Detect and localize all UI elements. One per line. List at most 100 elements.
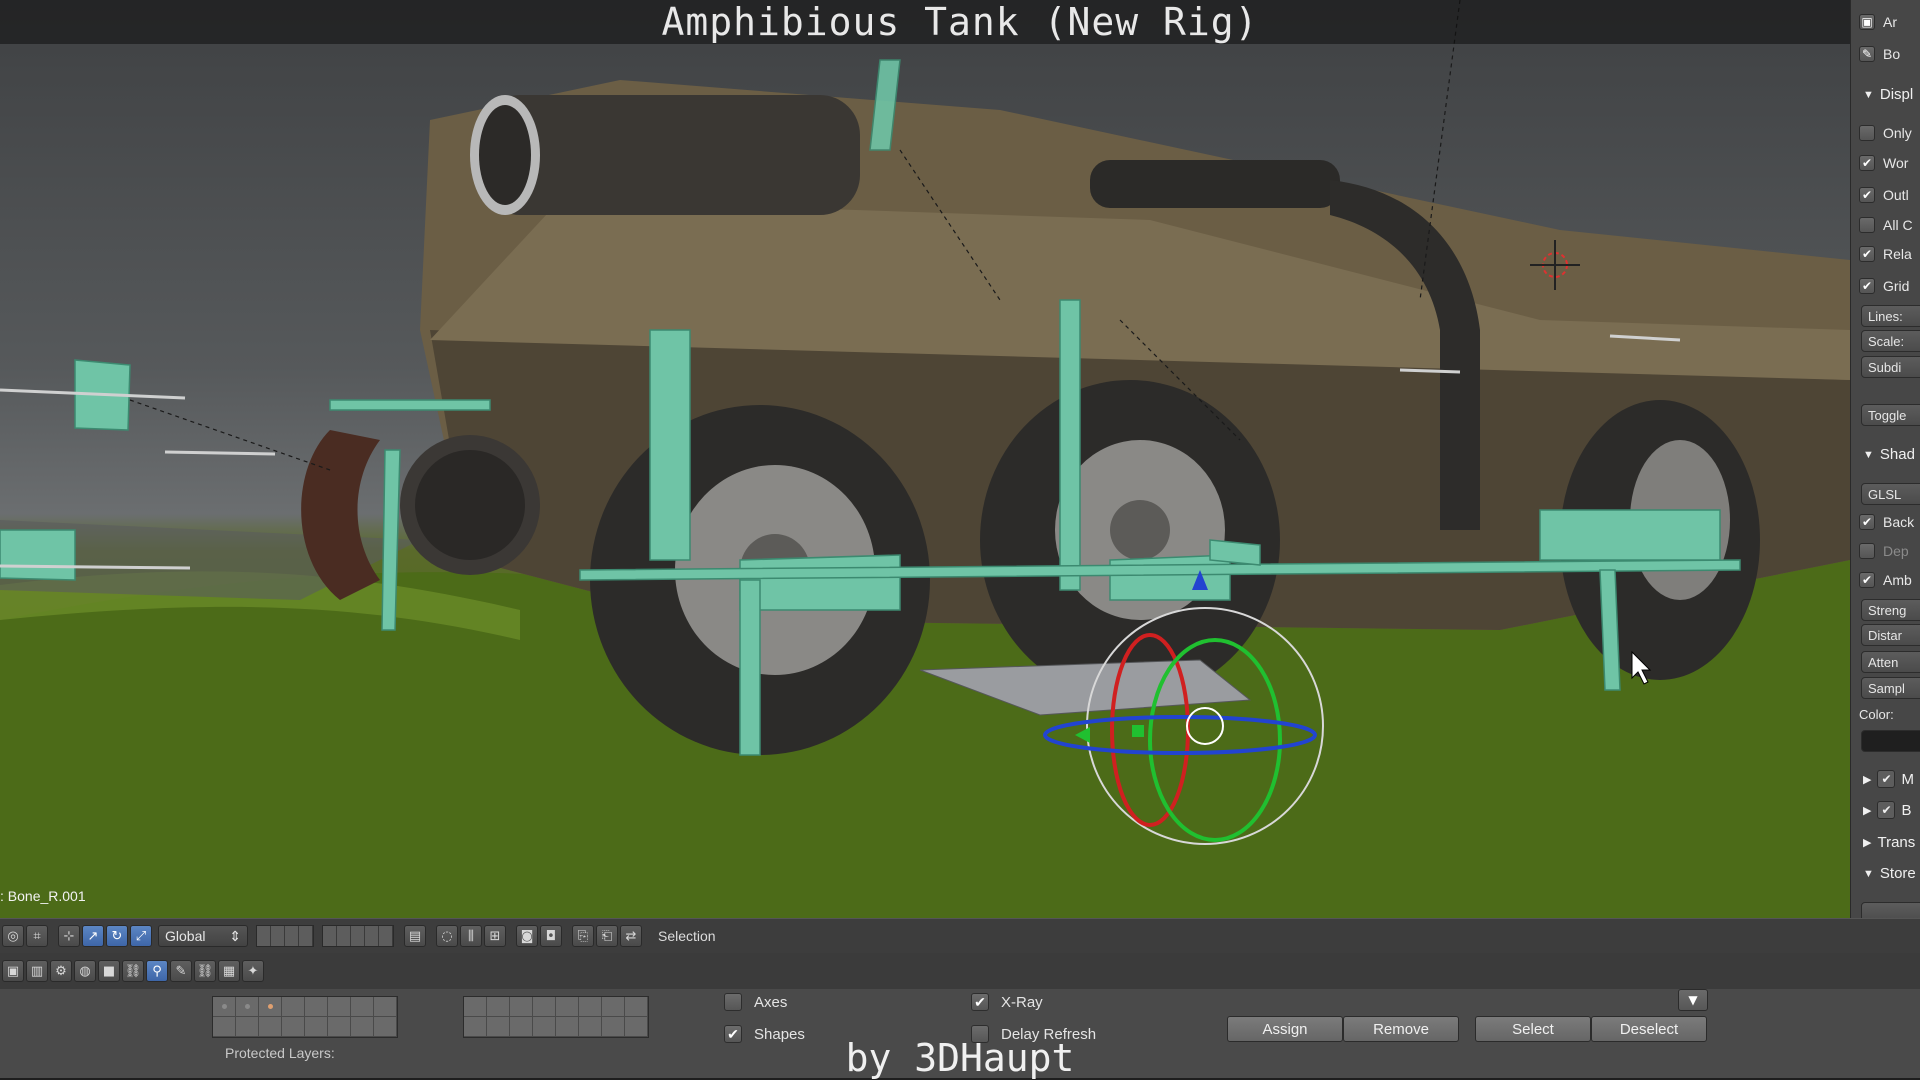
scale-field[interactable]: Scale: [1861, 330, 1920, 352]
outline-checkbox[interactable]: ✔ Outl [1859, 187, 1909, 203]
sub1-label: M [1901, 770, 1914, 788]
copy-pose-icon[interactable]: ⎘ [572, 925, 594, 947]
checkmark-icon: ✔ [1859, 155, 1875, 171]
checkmark-icon: ✔ [1877, 801, 1896, 819]
scale-manipulator-icon[interactable]: ⤢ [130, 925, 152, 947]
collapse-icon: ▼ [1863, 448, 1874, 461]
expand-icon: ▶ [1863, 773, 1872, 786]
backface-checkbox[interactable]: ✔ Back [1859, 514, 1914, 530]
samples-field[interactable]: Sampl [1861, 677, 1920, 699]
object-tab-icon[interactable]: ■ [98, 960, 120, 982]
checkmark-icon: ✔ [1859, 187, 1875, 203]
layer-buttons-2[interactable] [322, 925, 394, 947]
bone-tab-label: Bo [1883, 46, 1901, 62]
dropdown-toggle-icon[interactable]: ▼ [1678, 989, 1708, 1011]
collapse-icon: ▼ [1863, 867, 1874, 880]
checkbox-icon [1859, 543, 1875, 559]
store-panel-header[interactable]: ▼ Store [1863, 865, 1916, 882]
manipulator-toggle-icon[interactable]: ⊹ [58, 925, 80, 947]
outline-label: Outl [1883, 187, 1909, 203]
orientation-value: Global [165, 928, 206, 944]
snap-target-icon[interactable]: ⊞ [484, 925, 506, 947]
armature-icon: ▣ [1859, 14, 1875, 30]
expand-icon: ▶ [1863, 837, 1872, 849]
lines-field[interactable]: Lines: [1861, 305, 1920, 327]
world-checkbox[interactable]: ✔ Wor [1859, 155, 1908, 171]
in-button[interactable]: In [1861, 902, 1920, 918]
only-render-checkbox[interactable]: Only [1859, 125, 1912, 141]
store-label: Store [1879, 865, 1916, 882]
proportional-edit-icon[interactable]: ◌ [436, 925, 458, 947]
transform-panel-header[interactable]: ▶ Trans [1863, 834, 1915, 851]
shading-header-label: Shad [1879, 446, 1915, 463]
distance-field[interactable]: Distar [1861, 624, 1920, 646]
checkbox-icon [1859, 217, 1875, 233]
armature-tab[interactable]: ▣ Ar [1859, 14, 1897, 30]
paste-pose-icon[interactable]: ⎗ [596, 925, 618, 947]
toggle-button[interactable]: Toggle [1861, 404, 1920, 426]
armature-data-tab-icon[interactable]: ⚲ [146, 960, 168, 982]
checkmark-icon: ✔ [1859, 572, 1875, 588]
bone-icon: ✎ [1859, 46, 1875, 62]
display-header-label: Displ [1879, 86, 1914, 103]
particles-tab-icon[interactable]: ✦ [242, 960, 264, 982]
sub-panel-b[interactable]: ▶ ✔ B [1863, 801, 1911, 819]
rotate-manipulator-icon[interactable]: ↻ [106, 925, 128, 947]
lock-camera-icon[interactable]: ▤ [404, 925, 426, 947]
axes-checkbox[interactable]: Axes [724, 993, 787, 1011]
snap-element-icon[interactable]: ⫼ [460, 925, 482, 947]
render-tab-icon[interactable]: ▣ [2, 960, 24, 982]
display-panel-header[interactable]: ▼ Displ [1863, 86, 1913, 103]
grid-checkbox[interactable]: ✔ Grid [1859, 278, 1909, 294]
relationship-label: Rela [1883, 246, 1912, 262]
grid-label: Grid [1883, 278, 1910, 294]
snap-icon[interactable]: ⌗ [26, 925, 48, 947]
pivot-point-icon[interactable]: ◎ [2, 925, 24, 947]
bone-constraints-tab-icon[interactable]: ⛓ [194, 960, 216, 982]
armature-tab-label: Ar [1883, 14, 1897, 30]
world-tab-icon[interactable]: ◍ [74, 960, 96, 982]
xray-checkbox[interactable]: ✔ X-Ray [971, 993, 1043, 1011]
properties-panel: ▣ Ar ✎ Bo ▼ Displ Only ✔ Wor ✔ Outl All C ✔ Re… [1850, 0, 1920, 918]
ambient-occlusion-checkbox[interactable]: ✔ Amb [1859, 572, 1912, 588]
checkmark-icon: ✔ [971, 993, 989, 1011]
all-checkbox[interactable]: All C [1859, 217, 1913, 233]
properties-tab-row: ▣ ▥ ⚙ ◍ ■ ⛓ ⚲ ✎ ⛓ ▦ ✦ [0, 953, 1920, 989]
expand-icon: ▶ [1863, 804, 1872, 817]
attenuation-field[interactable]: Atten [1861, 651, 1920, 673]
strength-field[interactable]: Streng [1861, 599, 1920, 621]
transform-orientation-dropdown[interactable]: Global ⇕ [158, 925, 248, 947]
relationship-checkbox[interactable]: ✔ Rela [1859, 246, 1912, 262]
bone-tab-icon[interactable]: ✎ [170, 960, 192, 982]
backface-label: Back [1883, 514, 1915, 530]
armature-layers-grid-1[interactable] [212, 996, 398, 1038]
render-layers-tab-icon[interactable]: ▥ [26, 960, 48, 982]
shading-panel-header[interactable]: ▼ Shad [1863, 446, 1915, 463]
depth-checkbox[interactable]: Dep [1859, 543, 1909, 559]
checkbox-icon [724, 993, 742, 1011]
translate-manipulator-icon[interactable]: ↗ [82, 925, 104, 947]
texture-tab-icon[interactable]: ▦ [218, 960, 240, 982]
bone-tab[interactable]: ✎ Bo [1859, 46, 1900, 62]
collapse-icon: ▼ [1863, 88, 1874, 101]
color-swatch[interactable] [1861, 730, 1920, 752]
checkmark-icon: ✔ [1877, 770, 1896, 788]
viewport-header: ◎ ⌗ ⊹ ↗ ↻ ⤢ Global ⇕ ▤ ◌ ⫼ ⊞ ◙ ◘ ⎘ ⎗ ⇄ Se… [0, 918, 1920, 954]
3d-viewport[interactable]: : Bone_R.001 [0, 0, 1850, 918]
checkbox-icon [1859, 125, 1875, 141]
color-label: Color: [1859, 707, 1894, 722]
subdivisions-field[interactable]: Subdi [1861, 356, 1920, 378]
layer-buttons-1[interactable] [256, 925, 314, 947]
shading-mode-dropdown[interactable]: GLSL [1861, 483, 1920, 505]
only-label: Only [1883, 125, 1912, 141]
paste-flipped-icon[interactable]: ⇄ [620, 925, 642, 947]
render-icon[interactable]: ◙ [516, 925, 538, 947]
sub-panel-m[interactable]: ▶ ✔ M [1863, 770, 1914, 788]
updown-arrow-icon: ⇕ [229, 927, 241, 944]
armature-layers-grid-2[interactable] [463, 996, 649, 1038]
render-anim-icon[interactable]: ◘ [540, 925, 562, 947]
selection-menu[interactable]: Selection [658, 928, 716, 944]
constraints-tab-icon[interactable]: ⛓ [122, 960, 144, 982]
scene-tab-icon[interactable]: ⚙ [50, 960, 72, 982]
axes-label: Axes [754, 993, 788, 1011]
